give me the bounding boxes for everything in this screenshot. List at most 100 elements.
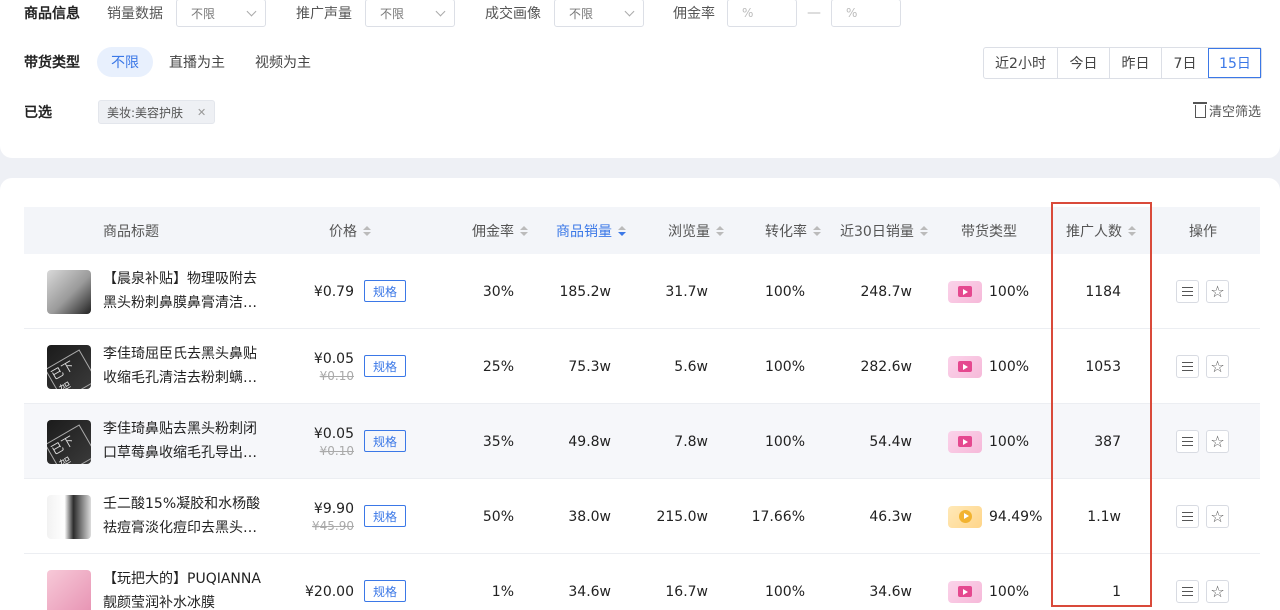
star-icon: ☆: [1210, 506, 1225, 526]
sales30-value: 34.6w: [869, 583, 912, 600]
type-option-live[interactable]: 直播为主: [169, 52, 225, 72]
type-option-video[interactable]: 视频为主: [255, 52, 311, 72]
product-title-line1: 李佳琦鼻贴去黑头粉刺闭: [103, 421, 257, 437]
product-thumbnail[interactable]: 已下架: [47, 420, 91, 464]
detail-list-button[interactable]: [1176, 505, 1199, 528]
star-icon: ☆: [1210, 281, 1225, 301]
price: ¥20.00: [305, 583, 354, 600]
product-thumbnail[interactable]: [47, 495, 91, 539]
date-range-15d[interactable]: 15日: [1208, 48, 1261, 78]
spec-button[interactable]: 规格: [364, 430, 406, 452]
column-header-views-label: 浏览量: [668, 223, 710, 240]
detail-list-button[interactable]: [1176, 355, 1199, 378]
conversion-rate: 100%: [764, 283, 805, 300]
sales30-value: 46.3w: [869, 508, 912, 525]
product-thumbnail[interactable]: [47, 270, 91, 314]
sales30-value: 282.6w: [860, 358, 912, 375]
promo-filter-value: 不限: [380, 6, 405, 21]
favorite-button[interactable]: ☆: [1206, 355, 1229, 378]
product-title[interactable]: 【晨泉补贴】物理吸附去 黑头粉刺鼻膜鼻膏清洁…: [103, 267, 268, 315]
price: ¥0.05: [313, 350, 354, 367]
spec-button[interactable]: 规格: [364, 505, 406, 527]
date-range-2h[interactable]: 近2小时: [984, 48, 1057, 78]
sales-value: 75.3w: [568, 358, 611, 375]
chevron-down-icon: [435, 6, 446, 16]
commission-rate: 50%: [482, 508, 514, 525]
sort-desc-icon: [618, 225, 626, 236]
promo-filter-select[interactable]: 不限: [365, 0, 455, 27]
spec-button[interactable]: 规格: [364, 280, 406, 302]
product-thumbnail[interactable]: 已下架: [47, 345, 91, 389]
product-title-line1: 【晨泉补贴】物理吸附去: [103, 271, 257, 287]
price-cell: ¥0.79: [314, 254, 354, 329]
sort-icon: [813, 225, 821, 236]
sort-icon: [919, 225, 928, 236]
list-icon: [1182, 362, 1193, 371]
favorite-button[interactable]: ☆: [1206, 505, 1229, 528]
video-icon: [948, 430, 982, 453]
column-header-views[interactable]: 浏览量: [668, 207, 724, 254]
sales-value: 185.2w: [559, 283, 611, 300]
promoters-column-highlight: [1051, 202, 1152, 607]
column-header-type-label: 带货类型: [961, 223, 1017, 240]
selected-tag: 美妆:美容护肤 ✕: [98, 100, 216, 124]
product-title-line2: 黑头粉刺鼻膜鼻膏清洁…: [103, 295, 257, 311]
views-value: 5.6w: [674, 358, 708, 375]
commission-max-input[interactable]: %: [831, 0, 901, 27]
sales-filter-select[interactable]: 不限: [176, 0, 266, 27]
column-header-actions-label: 操作: [1189, 223, 1217, 240]
promo-filter-label: 推广声量: [296, 6, 352, 22]
product-title[interactable]: 【玩把大的】PUQIANNA 靓颜莹润补水冰膜: [103, 567, 268, 610]
detail-list-button[interactable]: [1176, 280, 1199, 303]
spec-button[interactable]: 规格: [364, 580, 406, 602]
type-filter-row: 带货类型 不限 直播为主 视频为主: [24, 47, 311, 77]
commission-min-input[interactable]: %: [727, 0, 797, 27]
product-thumbnail[interactable]: [47, 570, 91, 610]
list-icon: [1182, 437, 1193, 446]
column-header-commission[interactable]: 佣金率: [472, 207, 528, 254]
clear-filters-button[interactable]: 清空筛选: [1192, 101, 1261, 120]
type-cell: 100%: [948, 404, 1029, 479]
range-separator: —: [807, 5, 821, 21]
tag-close-icon[interactable]: ✕: [197, 106, 206, 119]
views-value: 7.8w: [674, 433, 708, 450]
sales-value: 34.6w: [568, 583, 611, 600]
favorite-button[interactable]: ☆: [1206, 580, 1229, 603]
column-header-sales[interactable]: 商品销量: [556, 207, 626, 254]
selected-tag-label: 美妆:美容护肤: [107, 105, 184, 120]
commission-rate: 30%: [482, 283, 514, 300]
video-icon: [948, 355, 982, 378]
conversion-rate: 100%: [764, 358, 805, 375]
video-icon: [948, 580, 982, 603]
original-price: ¥45.90: [312, 518, 354, 533]
commission-rate: 35%: [482, 433, 514, 450]
type-option-all[interactable]: 不限: [97, 47, 153, 77]
conversion-rate: 100%: [764, 583, 805, 600]
product-title[interactable]: 壬二酸15%凝胶和水杨酸 祛痘膏淡化痘印去黑头…: [103, 492, 268, 540]
sales30-value: 248.7w: [860, 283, 912, 300]
chevron-down-icon: [246, 6, 257, 16]
date-range-today[interactable]: 今日: [1057, 48, 1109, 78]
column-header-price[interactable]: 价格: [329, 207, 371, 254]
date-range-7d[interactable]: 7日: [1161, 48, 1208, 78]
star-icon: ☆: [1210, 356, 1225, 376]
favorite-button[interactable]: ☆: [1206, 280, 1229, 303]
column-header-sales30[interactable]: 近30日销量: [840, 207, 928, 254]
detail-list-button[interactable]: [1176, 580, 1199, 603]
column-header-price-label: 价格: [329, 223, 357, 240]
product-title[interactable]: 李佳琦屈臣氏去黑头鼻贴 收缩毛孔清洁去粉刺螨…: [103, 342, 268, 390]
detail-list-button[interactable]: [1176, 430, 1199, 453]
commission-filter-label: 佣金率: [673, 6, 715, 22]
selected-title: 已选: [24, 105, 52, 121]
spec-button[interactable]: 规格: [364, 355, 406, 377]
favorite-button[interactable]: ☆: [1206, 430, 1229, 453]
date-range-yesterday[interactable]: 昨日: [1109, 48, 1161, 78]
sales30-value: 54.4w: [869, 433, 912, 450]
portrait-filter-select[interactable]: 不限: [554, 0, 644, 27]
type-cell: 100%: [948, 254, 1029, 329]
column-header-conversion[interactable]: 转化率: [765, 207, 821, 254]
selected-row: 已选 美妆:美容护肤 ✕: [24, 100, 216, 124]
product-title[interactable]: 李佳琦鼻贴去黑头粉刺闭 口草莓鼻收缩毛孔导出…: [103, 417, 268, 465]
list-icon: [1182, 512, 1193, 521]
price-cell: ¥0.05 ¥0.10: [314, 329, 354, 404]
